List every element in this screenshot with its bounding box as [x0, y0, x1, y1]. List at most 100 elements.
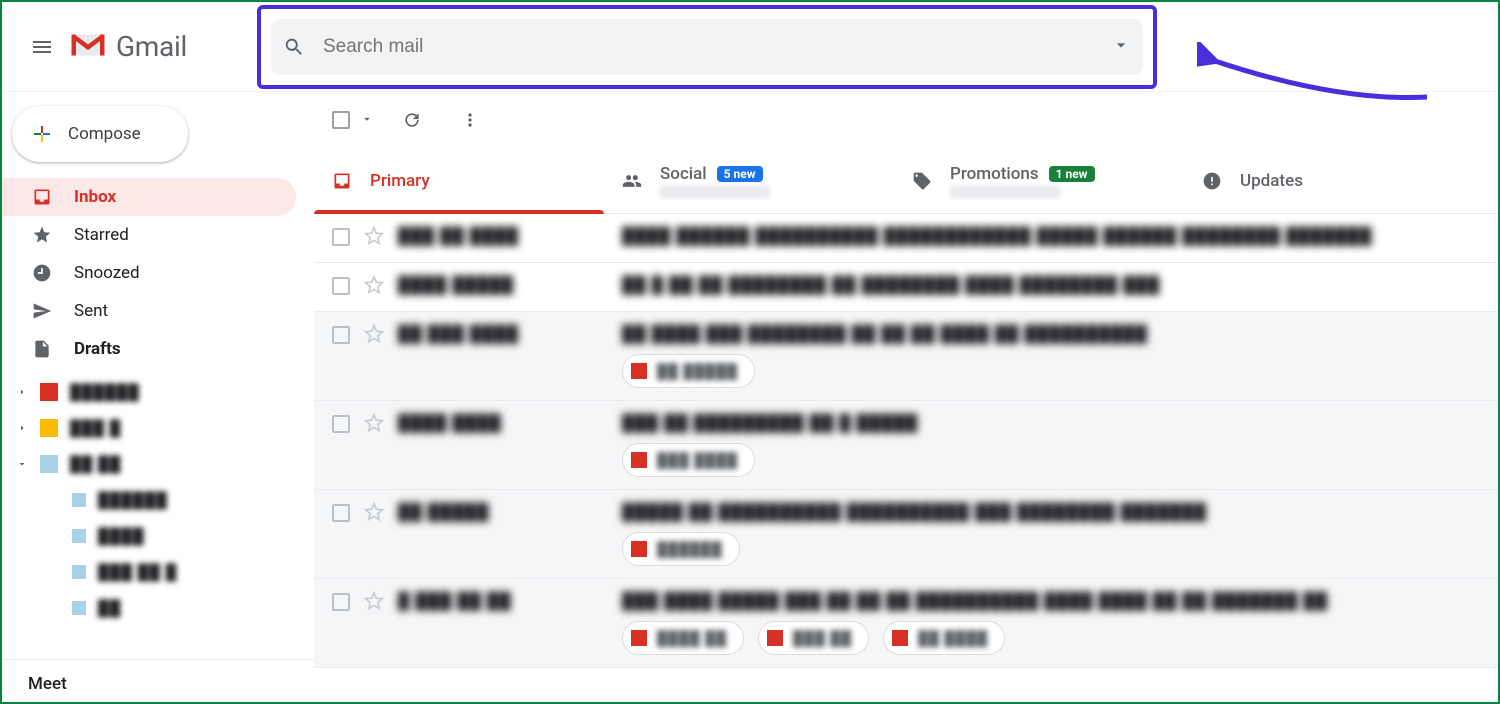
label-text: ██ ██ — [70, 455, 121, 473]
label-text: ███ ██ █ — [98, 563, 177, 581]
attachment-chip[interactable]: ██ █████ — [622, 354, 755, 388]
attachment-chip[interactable]: ███ ████ — [622, 443, 755, 477]
star-icon[interactable] — [364, 226, 384, 250]
tab-subtext — [950, 186, 1060, 198]
label-color-swatch — [40, 455, 58, 473]
gmail-logo[interactable]: Gmail — [70, 30, 187, 63]
gmail-logo-icon — [70, 31, 106, 63]
attachment-icon — [892, 630, 908, 646]
sidebar-label[interactable]: ████ — [2, 518, 314, 554]
star-icon[interactable] — [364, 324, 384, 348]
attachment-label: ████ ██ — [657, 630, 727, 647]
label-color-swatch — [72, 493, 86, 507]
attachment-icon — [631, 630, 647, 646]
category-tabs: Primary Social5 new Promotions1 new Upda… — [314, 148, 1498, 214]
email-sender: ██ ███ ████ — [398, 324, 608, 344]
star-icon[interactable] — [364, 591, 384, 615]
tab-updates[interactable]: Updates — [1184, 148, 1474, 213]
sidebar-label[interactable]: ███ █ — [2, 410, 314, 446]
email-checkbox[interactable] — [332, 593, 350, 611]
email-row[interactable]: ██ █████ █████ ██ ██████████ ██████████ … — [314, 490, 1498, 579]
search-options-icon[interactable] — [1111, 35, 1131, 59]
attachments: ████ ██ ███ ██ ██ ████ — [622, 621, 1484, 655]
label-color-swatch — [72, 565, 86, 579]
sidebar-item-starred[interactable]: Starred — [2, 216, 296, 254]
tab-promotions[interactable]: Promotions1 new — [894, 148, 1184, 213]
attachment-label: ██ █████ — [657, 363, 738, 380]
select-all-dropdown-icon[interactable] — [360, 111, 374, 130]
sidebar-item-label: Drafts — [74, 339, 121, 359]
inbox-icon — [32, 187, 54, 207]
label-color-swatch — [40, 383, 58, 401]
social-icon — [622, 171, 642, 191]
sidebar-item-snoozed[interactable]: Snoozed — [2, 254, 296, 292]
more-button[interactable] — [450, 100, 490, 140]
expand-icon[interactable] — [16, 458, 28, 470]
email-checkbox[interactable] — [332, 326, 350, 344]
label-text: ██████ — [98, 491, 168, 509]
email-row[interactable]: █ ███ ██ ██ ███ ████ █████ ███ ██ ██ ██ … — [314, 579, 1498, 668]
sidebar-label[interactable]: ██ ██ — [2, 446, 314, 482]
compose-plus-icon — [30, 122, 54, 146]
tab-social[interactable]: Social5 new — [604, 148, 894, 213]
email-subject: ████ ██████ ██████████ ████████████ ████… — [622, 226, 1484, 246]
label-text: ██ — [98, 599, 121, 617]
sidebar-label[interactable]: ██████ — [2, 374, 314, 410]
compose-label: Compose — [68, 124, 141, 144]
label-color-swatch — [72, 601, 86, 615]
tab-subtext — [660, 186, 770, 198]
updates-icon — [1202, 171, 1222, 191]
sidebar-item-drafts[interactable]: Drafts — [2, 330, 296, 368]
star-icon[interactable] — [364, 413, 384, 437]
attachment-label: ███ ████ — [657, 452, 738, 469]
sidebar-item-inbox[interactable]: Inbox — [2, 178, 296, 216]
label-text: ███ █ — [70, 419, 121, 437]
sidebar-label[interactable]: ██ — [2, 590, 314, 626]
attachments: ██████ — [622, 532, 1484, 566]
email-row[interactable]: ████ █████ ██ █ ██ ██ ████████ ██ ██████… — [314, 263, 1498, 312]
email-sender: ████ █████ — [398, 275, 608, 295]
star-icon[interactable] — [364, 502, 384, 526]
tab-title: Updates — [1240, 171, 1303, 191]
menu-icon[interactable] — [18, 23, 66, 71]
tab-title: Social — [660, 164, 707, 184]
expand-icon[interactable] — [16, 386, 28, 398]
attachment-icon — [631, 452, 647, 468]
sidebar-item-label: Sent — [74, 301, 108, 321]
attachment-icon — [767, 630, 783, 646]
attachment-label: ██████ — [657, 541, 723, 558]
email-row[interactable]: ███ ██ ████ ████ ██████ ██████████ █████… — [314, 214, 1498, 263]
meet-section-header[interactable]: Meet — [2, 659, 314, 702]
label-text: ██████ — [70, 383, 140, 401]
sidebar-label[interactable]: ███ ██ █ — [2, 554, 314, 590]
select-all-checkbox[interactable] — [332, 111, 350, 129]
email-checkbox[interactable] — [332, 228, 350, 246]
tab-primary[interactable]: Primary — [314, 148, 604, 213]
compose-button[interactable]: Compose — [12, 106, 188, 162]
expand-icon[interactable] — [16, 422, 28, 434]
sidebar-label[interactable]: ██████ — [2, 482, 314, 518]
clock-icon — [32, 263, 54, 283]
attachment-chip[interactable]: ███ ██ — [758, 621, 869, 655]
email-subject: █████ ██ ██████████ ██████████ ███ █████… — [622, 502, 1484, 522]
email-checkbox[interactable] — [332, 504, 350, 522]
email-row[interactable]: ██ ███ ████ ██ ████ ███ ████████ ██ ██ █… — [314, 312, 1498, 401]
star-icon[interactable] — [364, 275, 384, 299]
email-row[interactable]: ████ ████ ███ ██ █████████ ██ █ █████ ██… — [314, 401, 1498, 490]
gmail-logo-text: Gmail — [116, 30, 187, 63]
email-checkbox[interactable] — [332, 277, 350, 295]
attachment-chip[interactable]: ████ ██ — [622, 621, 744, 655]
email-sender: ███ ██ ████ — [398, 226, 608, 246]
email-subject: ██ █ ██ ██ ████████ ██ ████████ ████ ███… — [622, 275, 1484, 295]
main: Primary Social5 new Promotions1 new Upda… — [314, 92, 1498, 702]
search-input[interactable] — [323, 36, 1111, 58]
search-icon[interactable] — [283, 36, 305, 58]
attachment-chip[interactable]: ██████ — [622, 532, 740, 566]
email-checkbox[interactable] — [332, 415, 350, 433]
email-subject: ███ ████ █████ ███ ██ ██ ██ ██████████ █… — [622, 591, 1484, 611]
refresh-button[interactable] — [392, 100, 432, 140]
attachment-chip[interactable]: ██ ████ — [883, 621, 1005, 655]
sidebar-item-sent[interactable]: Sent — [2, 292, 296, 330]
search-bar[interactable] — [271, 19, 1143, 75]
attachment-label: ███ ██ — [793, 630, 852, 647]
